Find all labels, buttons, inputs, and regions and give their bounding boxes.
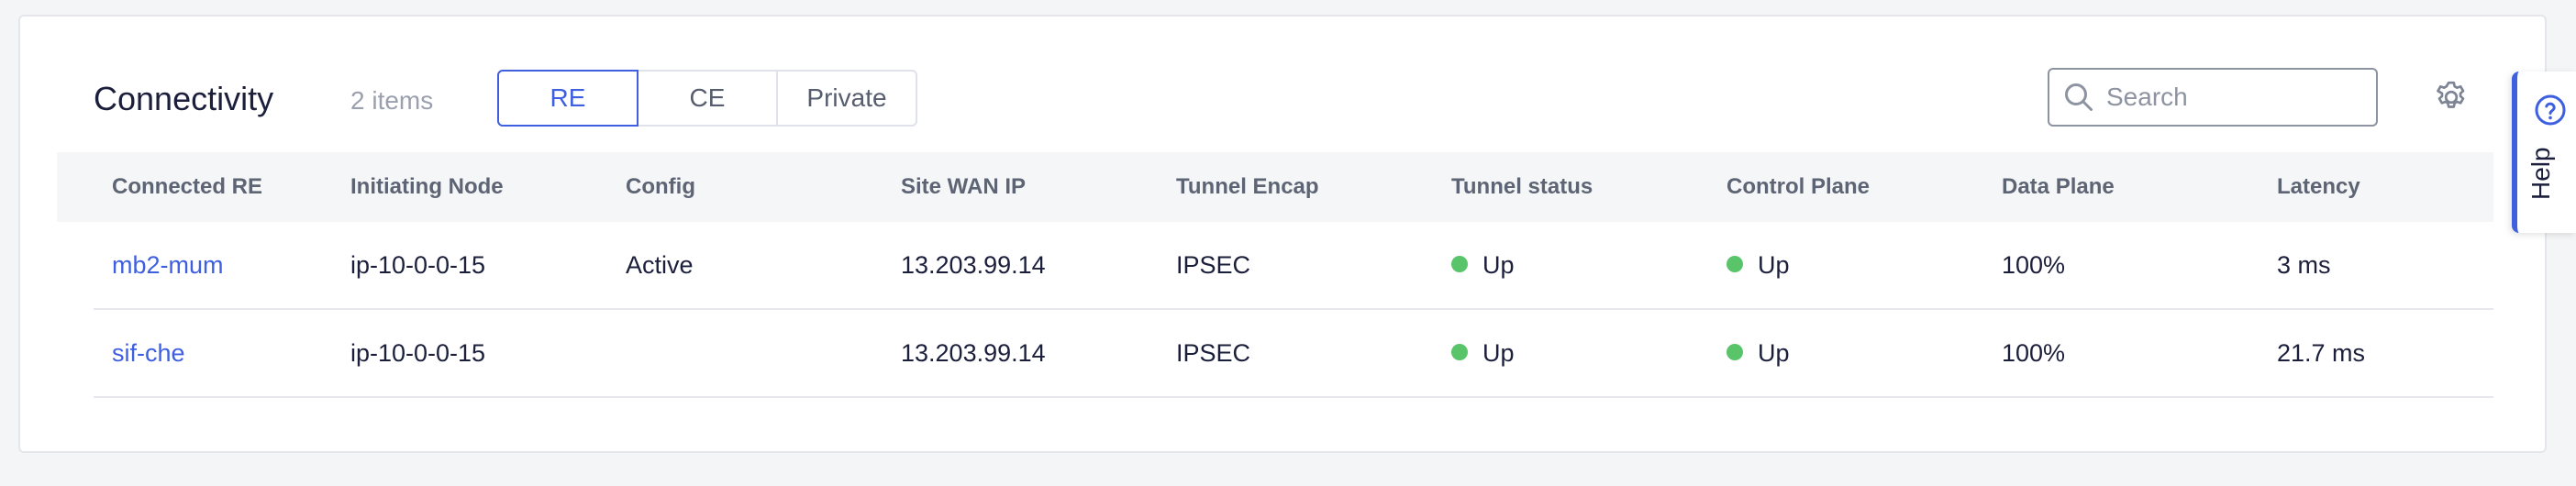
data-plane: 100% — [2002, 250, 2066, 279]
column-header: Latency — [2277, 174, 2360, 199]
column-header: Tunnel Encap — [1176, 174, 1319, 199]
type-segmented-control: RE CE Private — [497, 70, 917, 127]
control-plane: Up — [1727, 251, 2002, 280]
search-icon — [2065, 83, 2093, 111]
site-wan-ip: 13.203.99.14 — [901, 338, 1046, 367]
card-header: Connectivity 2 items RE CE Private — [20, 17, 2545, 154]
column-header: Connected RE — [112, 174, 263, 199]
site-wan-ip: 13.203.99.14 — [901, 250, 1046, 279]
item-count: 2 items — [350, 86, 434, 115]
tunnel-status-label: Up — [1482, 250, 1515, 279]
status-dot-icon — [1727, 256, 1743, 273]
column-header: Data Plane — [2002, 174, 2115, 199]
control-plane-label: Up — [1758, 250, 1790, 279]
column-header: Control Plane — [1727, 174, 1871, 199]
table-row: mb2-mum ip-10-0-0-15 Active 13.203.99.14… — [94, 222, 2493, 310]
tunnel-status: Up — [1451, 339, 1727, 368]
table-row: sif-che ip-10-0-0-15 13.203.99.14 IPSEC … — [94, 310, 2493, 398]
config-value: Active — [626, 250, 694, 279]
column-header: Initiating Node — [350, 174, 504, 199]
connected-re-link[interactable]: sif-che — [112, 339, 350, 368]
column-header: Tunnel status — [1451, 174, 1593, 199]
tunnel-status-label: Up — [1482, 338, 1515, 367]
connectivity-card: Connectivity 2 items RE CE Private Conne… — [18, 15, 2547, 453]
tab-ce[interactable]: CE — [637, 70, 778, 127]
question-circle-icon — [2535, 94, 2566, 126]
status-dot-icon — [1451, 344, 1468, 361]
gear-icon[interactable] — [2433, 79, 2470, 116]
control-plane-label: Up — [1758, 338, 1790, 367]
latency: 21.7 ms — [2277, 338, 2366, 367]
search-box[interactable] — [2048, 68, 2378, 127]
data-plane: 100% — [2002, 338, 2066, 367]
connected-re-link[interactable]: mb2-mum — [112, 251, 350, 280]
tab-private[interactable]: Private — [776, 70, 917, 127]
search-input[interactable] — [2104, 82, 2365, 113]
initiating-node: ip-10-0-0-15 — [350, 338, 486, 367]
status-dot-icon — [1727, 344, 1743, 361]
tunnel-status: Up — [1451, 251, 1727, 280]
help-tab[interactable]: Help — [2512, 72, 2576, 233]
column-header: Config — [626, 174, 695, 199]
connectivity-table: Connected RE Initiating Node Config Site… — [57, 152, 2493, 398]
latency: 3 ms — [2277, 250, 2331, 279]
tunnel-encap: IPSEC — [1176, 338, 1251, 367]
help-label: Help — [2526, 147, 2555, 200]
control-plane: Up — [1727, 339, 2002, 368]
initiating-node: ip-10-0-0-15 — [350, 250, 486, 279]
status-dot-icon — [1451, 256, 1468, 273]
table-header: Connected RE Initiating Node Config Site… — [57, 152, 2493, 222]
tab-re[interactable]: RE — [497, 70, 638, 127]
page-title: Connectivity — [94, 80, 274, 117]
tunnel-encap: IPSEC — [1176, 250, 1251, 279]
column-header: Site WAN IP — [901, 174, 1027, 199]
